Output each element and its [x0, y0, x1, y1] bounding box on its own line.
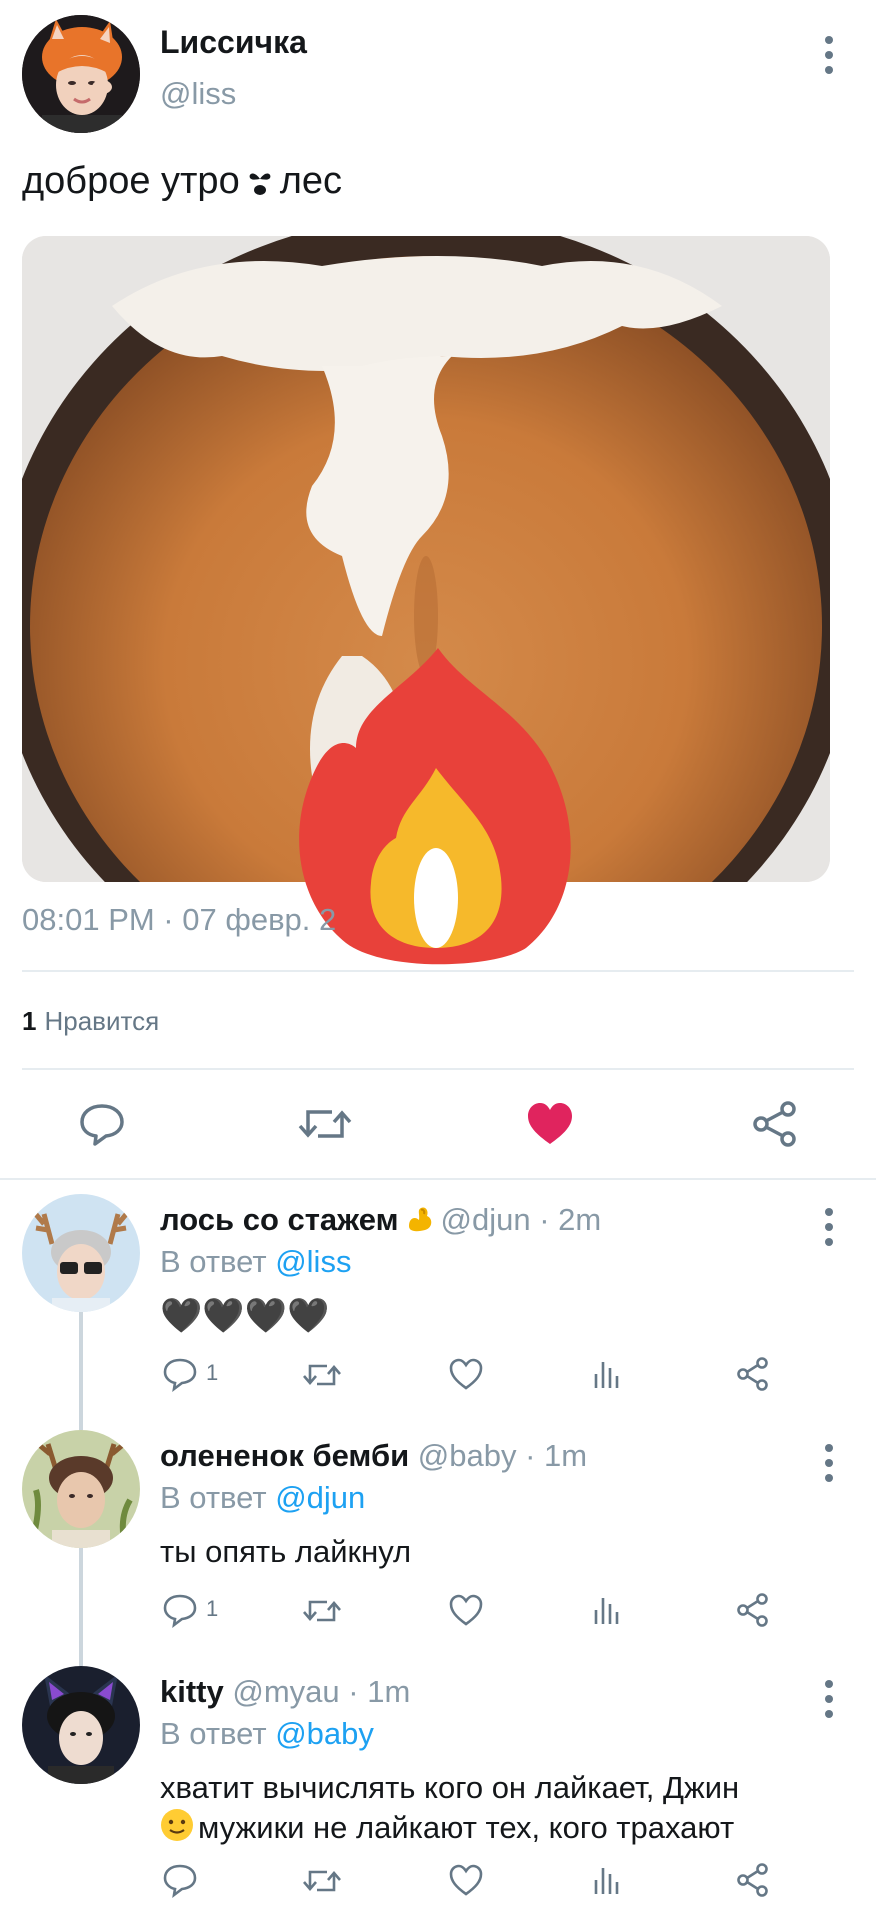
- flexed-biceps-icon: [405, 1204, 435, 1234]
- reply-meta: @myau · 1m: [232, 1674, 411, 1709]
- reply-author-name[interactable]: kitty: [160, 1674, 224, 1709]
- like-icon[interactable]: [448, 1592, 484, 1628]
- author-handle[interactable]: @liss: [160, 76, 236, 112]
- slightly-smiling-face-icon: [160, 1808, 193, 1841]
- reply-text: ты опять лайкнул: [160, 1534, 412, 1569]
- reply-header: лось со стажем @djun · 2m: [160, 1202, 601, 1238]
- section-separator: [0, 1178, 876, 1180]
- retweet-icon[interactable]: [302, 1864, 342, 1898]
- likes-summary[interactable]: 1 Нравится: [22, 1006, 159, 1037]
- reply-text: хватит вычислять кого он лайкает, Джин м…: [160, 1768, 840, 1848]
- avatar-image: [22, 15, 140, 133]
- reply-item[interactable]: лось со стажем @djun · 2m В ответ @liss 🖤…: [0, 1194, 876, 1430]
- likes-count: 1: [22, 1006, 37, 1036]
- reply-prefix: В ответ: [160, 1244, 267, 1279]
- reply-icon[interactable]: [162, 1862, 198, 1898]
- retweet-icon[interactable]: [302, 1594, 342, 1628]
- retweet-icon[interactable]: [298, 1100, 352, 1148]
- reply-avatar[interactable]: [22, 1194, 140, 1312]
- like-icon-filled[interactable]: [526, 1100, 574, 1148]
- analytics-icon[interactable]: [592, 1864, 622, 1896]
- reply-meta: @djun · 2m: [440, 1202, 602, 1237]
- black-heart-icon: [248, 163, 272, 195]
- main-tweet: Lиссичка @liss доброе утро лес 08:01 PM …: [0, 0, 876, 1180]
- more-options-icon[interactable]: [820, 1208, 838, 1246]
- share-icon[interactable]: [736, 1356, 770, 1392]
- avatar-image: [22, 1666, 140, 1784]
- tweet-timestamp[interactable]: 08:01 PM · 07 февр. 2: [22, 902, 336, 938]
- reply-icon[interactable]: [162, 1592, 198, 1628]
- reply-to-mention[interactable]: @liss: [275, 1244, 351, 1279]
- tweet-text-end: лес: [279, 160, 343, 202]
- reply-header: kitty @myau · 1m: [160, 1674, 410, 1710]
- reply-actions: [160, 1860, 780, 1900]
- reply-text-line2-content: мужики не лайкают тех, кого трахают: [198, 1810, 735, 1845]
- more-options-icon[interactable]: [820, 1444, 838, 1482]
- more-options-icon[interactable]: [820, 36, 838, 74]
- reply-avatar[interactable]: [22, 1666, 140, 1784]
- tweet-text-start: доброе утро: [22, 160, 240, 202]
- reply-to-line: В ответ @djun: [160, 1480, 365, 1516]
- reply-actions: 1: [160, 1590, 780, 1630]
- reply-text-line-2: мужики не лайкают тех, кого трахают: [160, 1808, 840, 1848]
- reply-author-name[interactable]: олененок бемби: [160, 1438, 409, 1473]
- reply-count: 1: [206, 1596, 219, 1621]
- thread-line: [79, 1312, 83, 1430]
- likes-label: Нравится: [44, 1006, 160, 1036]
- reply-count: 1: [206, 1360, 219, 1385]
- like-icon[interactable]: [448, 1862, 484, 1898]
- avatar-image: [22, 1430, 140, 1548]
- reply-to-mention[interactable]: @baby: [275, 1716, 374, 1751]
- reply-text-line: хватит вычислять кого он лайкает, Джин: [160, 1770, 740, 1805]
- reply-text: 🖤🖤🖤🖤: [160, 1297, 330, 1335]
- author-avatar[interactable]: [22, 15, 140, 133]
- like-icon[interactable]: [448, 1356, 484, 1392]
- share-icon[interactable]: [736, 1862, 770, 1898]
- author-name[interactable]: Lиссичка: [160, 24, 307, 61]
- avatar-image: [22, 1194, 140, 1312]
- reply-icon[interactable]: [78, 1100, 126, 1148]
- share-icon[interactable]: [752, 1100, 798, 1148]
- analytics-icon[interactable]: [592, 1358, 622, 1390]
- reply-to-mention[interactable]: @djun: [275, 1480, 365, 1515]
- reply-to-line: В ответ @liss: [160, 1244, 351, 1280]
- retweet-icon[interactable]: [302, 1358, 342, 1392]
- analytics-icon[interactable]: [592, 1594, 622, 1626]
- reply-item[interactable]: олененок бемби @baby · 1m В ответ @djun …: [0, 1430, 876, 1666]
- fire-emoji-icon: [296, 648, 580, 968]
- thread-line: [79, 1548, 83, 1666]
- reply-header: олененок бемби @baby · 1m: [160, 1438, 587, 1474]
- reply-meta: @baby · 1m: [417, 1438, 588, 1473]
- reply-author-name[interactable]: лось со стажем: [160, 1202, 399, 1237]
- divider: [22, 970, 854, 972]
- reply-avatar[interactable]: [22, 1430, 140, 1548]
- divider: [22, 1068, 854, 1070]
- tweet-text: доброе утро лес: [22, 160, 342, 203]
- reply-to-line: В ответ @baby: [160, 1716, 374, 1752]
- tweet-actions: [0, 1092, 876, 1156]
- share-icon[interactable]: [736, 1592, 770, 1628]
- more-options-icon[interactable]: [820, 1680, 838, 1718]
- reply-prefix: В ответ: [160, 1480, 267, 1515]
- reply-prefix: В ответ: [160, 1716, 267, 1751]
- reply-item[interactable]: kitty @myau · 1m В ответ @baby хватит вы…: [0, 1666, 876, 1920]
- reply-icon[interactable]: [162, 1356, 198, 1392]
- reply-actions: 1: [160, 1354, 780, 1394]
